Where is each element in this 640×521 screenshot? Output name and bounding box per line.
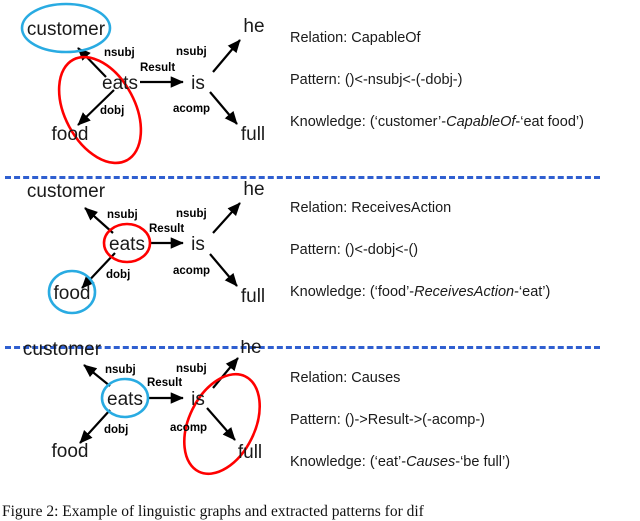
graph-capableof: customer eats food is he full nsubj dobj… [20,2,265,165]
panel-capableof: customer eats food is he full nsubj dobj… [0,0,640,170]
knowledge-prefix: (‘eat’- [369,454,407,470]
node-full: full [241,124,265,145]
knowledge-relation: ReceivesAction [414,284,515,300]
node-customer: customer [27,19,106,40]
edge-label-acomp: acomp [170,422,207,434]
edge-label-result: Result [140,62,175,74]
edge-label-nsubj-customer: nsubj [107,209,138,221]
node-he: he [243,179,264,200]
pattern-label: Pattern: [290,72,341,88]
graph-receivesaction: customer eats food is he full nsubj dobj… [27,179,265,315]
edge-label-result: Result [149,223,184,235]
relation-label: Relation: [290,30,348,46]
node-food: food [54,283,91,304]
edge-is-full [209,253,238,287]
node-eats: eats [102,73,138,94]
knowledge-line: Knowledge: (‘customer’-CapableOf-‘eat fo… [290,114,584,130]
edge-label-nsubj-he: nsubj [176,363,207,375]
node-food: food [52,124,89,145]
relation-value: ReceivesAction [351,200,452,216]
edge-is-full [209,91,238,125]
edge-label-nsubj-customer: nsubj [104,47,135,59]
relation-value: CapableOf [351,30,421,46]
knowledge-prefix: (‘food’- [369,284,415,300]
figure-linguistic-graphs: customer eats food is he full nsubj dobj… [0,0,640,520]
info-receivesaction: Relation: ReceivesAction Pattern: ()<-do… [290,170,640,340]
pattern-label: Pattern: [290,242,341,258]
node-is: is [191,389,205,410]
knowledge-relation: CapableOf [446,114,516,130]
knowledge-label: Knowledge: [290,284,366,300]
edge-label-nsubj-he: nsubj [176,46,207,58]
figure-caption: Figure 2: Example of linguistic graphs a… [2,503,424,520]
edge-label-nsubj-he: nsubj [176,208,207,220]
edge-is-he [212,39,241,73]
relation-line: Relation: Causes [290,370,400,386]
edge-label-dobj: dobj [106,269,130,281]
node-customer: customer [27,181,106,202]
pattern-line: Pattern: ()<-dobj<-() [290,242,418,258]
edge-label-acomp: acomp [173,103,210,115]
relation-label: Relation: [290,370,348,386]
knowledge-label: Knowledge: [290,114,366,130]
pattern-line: Pattern: ()<-nsubj<-(-dobj-) [290,72,462,88]
node-he: he [243,16,264,37]
node-food: food [52,441,89,462]
pattern-label: Pattern: [290,412,341,428]
node-full: full [238,442,262,463]
knowledge-suffix: -‘eat food’) [515,114,584,130]
knowledge-suffix: -‘be full’) [455,454,511,470]
pattern-value: ()->Result->(-acomp-) [344,412,485,428]
relation-value: Causes [351,370,401,386]
node-he: he [240,340,261,358]
pattern-value: ()<-dobj<-() [344,242,419,258]
relation-line: Relation: ReceivesAction [290,200,451,216]
info-causes: Relation: Causes Pattern: ()->Result->(-… [290,340,640,510]
knowledge-line: Knowledge: (‘food’-ReceivesAction-‘eat’) [290,284,550,300]
node-eats: eats [109,234,145,255]
knowledge-label: Knowledge: [290,454,366,470]
relation-label: Relation: [290,200,348,216]
info-capableof: Relation: CapableOf Pattern: ()<-nsubj<-… [290,0,640,170]
edge-label-result: Result [147,377,182,389]
edge-is-he [212,202,241,234]
panel-receivesaction: customer eats food is he full nsubj dobj… [0,170,640,340]
node-is: is [191,234,205,255]
knowledge-suffix: -‘eat’) [514,284,551,300]
edge-is-full [206,407,236,441]
node-full: full [241,286,265,307]
node-is: is [191,73,205,94]
relation-line: Relation: CapableOf [290,30,421,46]
node-customer: customer [23,340,102,360]
edge-label-nsubj-customer: nsubj [105,364,136,376]
knowledge-relation: Causes [406,454,456,470]
pattern-line: Pattern: ()->Result->(-acomp-) [290,412,485,428]
node-eats: eats [107,389,143,410]
edge-label-acomp: acomp [173,265,210,277]
pattern-value: ()<-nsubj<-(-dobj-) [344,72,463,88]
panel-causes: customer eats food is he full nsubj dobj… [0,340,640,510]
edge-label-dobj: dobj [100,105,124,117]
graph-causes: customer eats food is he full nsubj dobj… [23,340,262,476]
edge-label-dobj: dobj [104,424,128,436]
knowledge-prefix: (‘customer’- [369,114,447,130]
knowledge-line: Knowledge: (‘eat’-Causes-‘be full’) [290,454,510,470]
